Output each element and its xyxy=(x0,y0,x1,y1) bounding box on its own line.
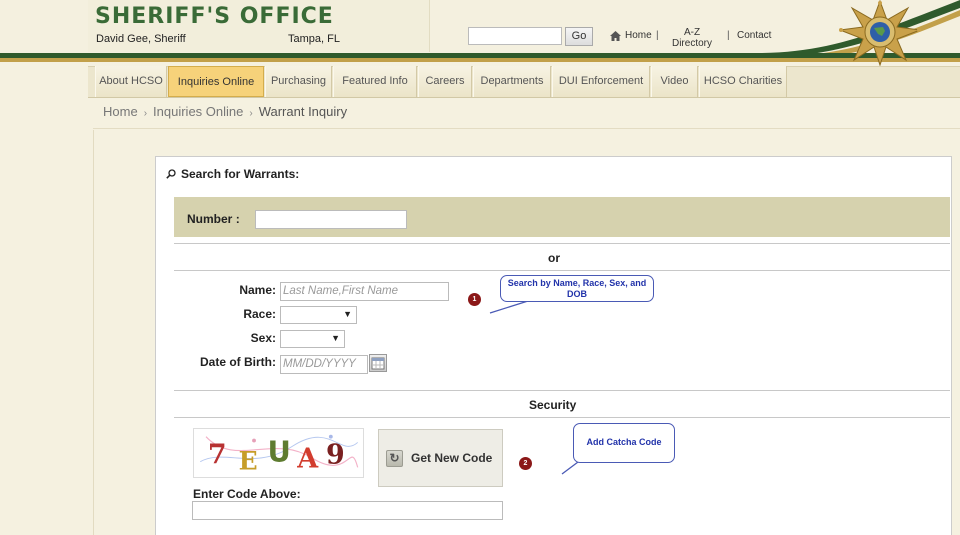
svg-text:9: 9 xyxy=(326,440,345,471)
search-icon xyxy=(166,169,176,179)
svg-text:E: E xyxy=(239,446,258,475)
sheriff-name: David Gee, Sheriff xyxy=(96,33,186,45)
annotation-marker-1: 1 xyxy=(468,293,481,306)
breadcrumb-chevron: › xyxy=(249,108,253,119)
race-label: Race: xyxy=(243,307,276,321)
tab-departments[interactable]: Departments xyxy=(473,66,551,97)
tab-purchasing[interactable]: Purchasing xyxy=(265,66,332,97)
tab-video[interactable]: Video xyxy=(651,66,698,97)
race-select[interactable]: ▼ xyxy=(280,306,357,324)
site-title[interactable]: SHERIFF'S OFFICE xyxy=(95,4,334,29)
tab-dui-enforcement[interactable]: DUI Enforcement xyxy=(552,66,650,97)
breadcrumb: Home › Inquiries Online › Warrant Inquiry xyxy=(103,104,347,119)
captcha-code-input[interactable] xyxy=(192,501,503,520)
panel-title: Search for Warrants: xyxy=(166,167,299,181)
sheriff-star-badge[interactable] xyxy=(838,0,922,66)
name-label: Name: xyxy=(239,283,276,297)
content-left-rule xyxy=(93,130,94,535)
chevron-down-icon: ▼ xyxy=(343,309,352,319)
home-icon xyxy=(610,30,621,41)
number-label: Number : xyxy=(187,212,240,226)
annotation-marker-2: 2 xyxy=(519,457,532,470)
number-label-text: Number xyxy=(187,212,233,226)
header-separator: | xyxy=(727,30,730,41)
tab-about-hcso[interactable]: About HCSO xyxy=(95,66,167,97)
tab-featured-info[interactable]: Featured Info xyxy=(333,66,417,97)
breadcrumb-chevron: › xyxy=(143,108,148,119)
panel-title-text: Search for Warrants: xyxy=(181,167,300,181)
tab-hcso-charities[interactable]: HCSO Charities xyxy=(699,66,787,97)
breadcrumb-home[interactable]: Home xyxy=(103,104,138,119)
or-label: or xyxy=(548,251,560,265)
site-search-input[interactable] xyxy=(468,27,562,45)
warrant-number-input[interactable] xyxy=(255,210,407,229)
refresh-icon: ↻ xyxy=(386,449,403,467)
calendar-icon[interactable] xyxy=(369,354,387,372)
contact-link[interactable]: Contact xyxy=(737,30,771,41)
divider xyxy=(174,417,950,418)
divider xyxy=(174,243,950,244)
tab-careers[interactable]: Careers xyxy=(418,66,472,97)
captcha-image: 7 E U A 9 xyxy=(193,428,364,478)
az-directory-link[interactable]: A-Z Directory xyxy=(668,27,716,49)
enter-code-label: Enter Code Above: xyxy=(193,487,301,501)
breadcrumb-inquiries-online[interactable]: Inquiries Online xyxy=(153,104,243,119)
az-line2: Directory xyxy=(671,38,712,49)
annotation-callout-2: Add Catcha Code xyxy=(573,423,675,463)
divider xyxy=(174,270,950,271)
svg-text:7: 7 xyxy=(208,440,227,471)
go-button[interactable]: Go xyxy=(565,27,593,46)
header-separator: | xyxy=(656,30,659,41)
annotation-callout-1: Search by Name, Race, Sex, and DOB xyxy=(500,275,654,302)
svg-text:A: A xyxy=(296,443,319,474)
dob-input[interactable]: MM/DD/YYYY xyxy=(280,355,368,374)
tab-inquiries-online[interactable]: Inquiries Online xyxy=(168,66,264,97)
sex-select[interactable]: ▼ xyxy=(280,330,345,348)
name-input[interactable]: Last Name,First Name xyxy=(280,282,449,301)
dob-label: Date of Birth: xyxy=(200,355,276,369)
header-home-link[interactable]: Home xyxy=(610,30,652,41)
divider xyxy=(174,390,950,391)
location-text: Tampa, FL xyxy=(288,33,340,45)
security-label: Security xyxy=(529,398,577,412)
sex-label: Sex: xyxy=(250,331,276,345)
number-colon: : xyxy=(235,212,240,226)
az-line1: A-Z xyxy=(683,27,701,38)
header-band-gold xyxy=(0,58,960,62)
breadcrumb-current: Warrant Inquiry xyxy=(258,104,348,119)
get-new-code-button[interactable]: ↻ Get New Code xyxy=(378,429,503,487)
svg-text:U: U xyxy=(267,435,290,469)
home-link-label: Home xyxy=(625,30,652,41)
divider xyxy=(93,128,960,129)
chevron-down-icon: ▼ xyxy=(331,333,340,343)
get-new-code-label: Get New Code xyxy=(411,451,493,465)
